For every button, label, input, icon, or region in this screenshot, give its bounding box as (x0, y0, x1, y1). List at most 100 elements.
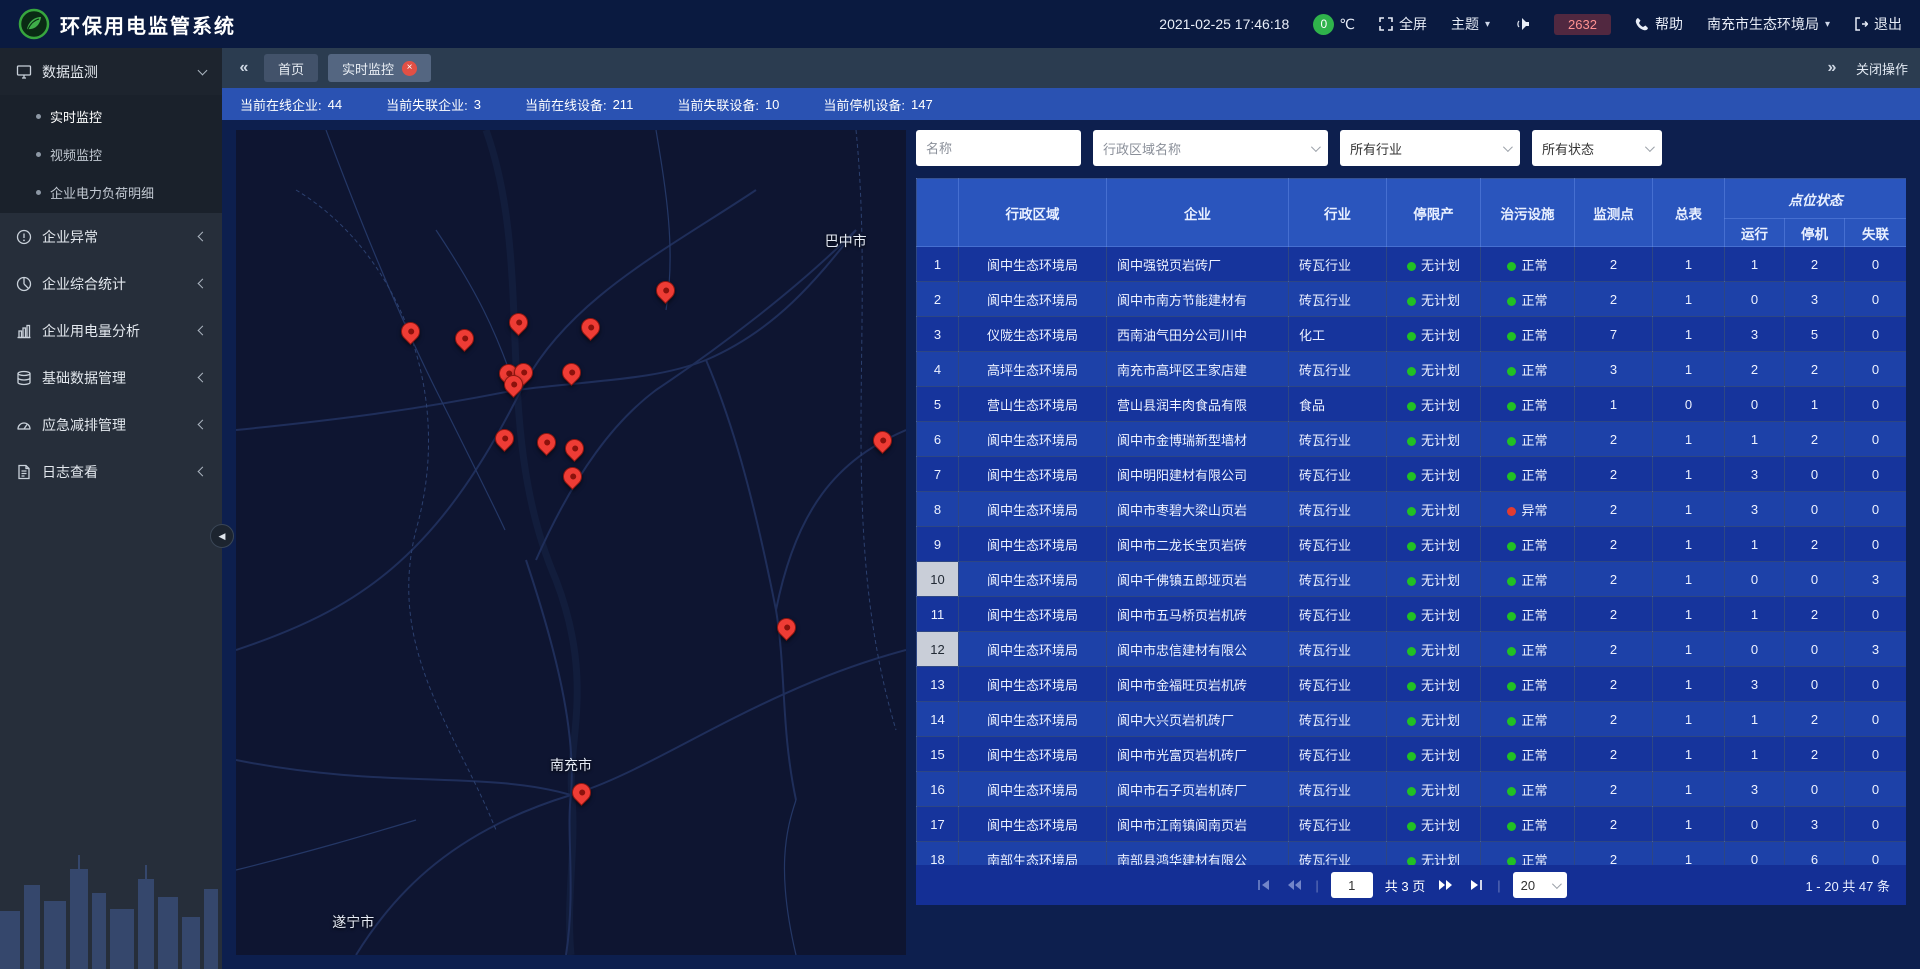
row-index-cell[interactable]: 18 (917, 842, 959, 866)
map-pin[interactable] (455, 329, 475, 353)
first-page-button[interactable] (1255, 878, 1273, 892)
enterprise-table-wrapper: 行政区域 企业 行业 停限产 治污设施 监测点 总表 点位状态 运行 停机 (916, 178, 1906, 865)
status-dot (1507, 542, 1516, 551)
facility-status-cell: 正常 (1481, 422, 1575, 457)
sidebar-item-emergency-reduction[interactable]: 应急减排管理 (0, 401, 222, 448)
map-pin[interactable] (777, 618, 797, 642)
table-row[interactable]: 5 营山生态环境局 营山县润丰肉食品有限 食品 无计划 正常 1 0 0 1 0 (917, 387, 1907, 422)
run-cell: 1 (1725, 247, 1785, 282)
close-operations-button[interactable]: 关闭操作 (1856, 59, 1908, 78)
table-row[interactable]: 6 阆中生态环境局 阆中市金博瑞新型墙材 砖瓦行业 无计划 正常 2 1 1 2 (917, 422, 1907, 457)
row-index-cell[interactable]: 16 (917, 772, 959, 807)
sidebar-item-basic-data[interactable]: 基础数据管理 (0, 354, 222, 401)
table-row[interactable]: 13 阆中生态环境局 阆中市金福旺页岩机砖 砖瓦行业 无计划 正常 2 1 3 … (917, 667, 1907, 702)
industry-cell: 砖瓦行业 (1289, 807, 1387, 842)
name-filter-input[interactable] (916, 130, 1081, 166)
map-panel[interactable]: 巴中市 南充市 遂宁市 (236, 130, 906, 955)
map-pin[interactable] (563, 467, 583, 491)
logout-button[interactable]: 退出 (1854, 14, 1902, 34)
next-page-button[interactable] (1437, 878, 1455, 892)
chevron-down-icon (1311, 142, 1321, 152)
region-filter-dropdown[interactable]: 行政区域名称 (1093, 130, 1328, 166)
page-size-dropdown[interactable]: 20 (1513, 872, 1567, 898)
points-cell: 2 (1575, 807, 1653, 842)
tab-label: 实时监控 (342, 59, 394, 78)
row-index-cell[interactable]: 2 (917, 282, 959, 317)
theme-dropdown[interactable]: 主题▾ (1451, 14, 1490, 34)
help-button[interactable]: 帮助 (1635, 14, 1683, 34)
map-pin[interactable] (562, 363, 582, 387)
table-row[interactable]: 11 阆中生态环境局 阆中市五马桥页岩机砖 砖瓦行业 无计划 正常 2 1 1 … (917, 597, 1907, 632)
sidebar-item-enterprise-statistics[interactable]: 企业综合统计 (0, 260, 222, 307)
row-index-cell[interactable]: 15 (917, 737, 959, 772)
sidebar-item-log-view[interactable]: 日志查看 (0, 448, 222, 495)
tab-realtime-monitoring[interactable]: 实时监控 (328, 54, 431, 82)
tab-close-icon[interactable] (402, 61, 417, 76)
industry-filter-dropdown[interactable]: 所有行业 (1340, 130, 1520, 166)
table-row[interactable]: 18 南部生态环境局 南部县鸿华建材有限公 砖瓦行业 无计划 正常 2 1 0 … (917, 842, 1907, 866)
row-index-cell[interactable]: 8 (917, 492, 959, 527)
sidebar-item-video-monitoring[interactable]: 视频监控 (0, 135, 222, 173)
row-index-cell[interactable]: 4 (917, 352, 959, 387)
alert-count-badge[interactable]: 2632 (1554, 14, 1611, 35)
row-index-cell[interactable]: 13 (917, 667, 959, 702)
table-row[interactable]: 4 高坪生态环境局 南充市高坪区王家店建 砖瓦行业 无计划 正常 3 1 2 2 (917, 352, 1907, 387)
row-index-cell[interactable]: 9 (917, 527, 959, 562)
row-index-cell[interactable]: 7 (917, 457, 959, 492)
table-row[interactable]: 7 阆中生态环境局 阆中明阳建材有限公司 砖瓦行业 无计划 正常 2 1 3 0 (917, 457, 1907, 492)
sidebar-item-power-load-detail[interactable]: 企业电力负荷明细 (0, 173, 222, 211)
org-dropdown[interactable]: 南充市生态环境局▾ (1707, 14, 1830, 34)
map-pin[interactable] (504, 375, 524, 399)
row-index-cell[interactable]: 12 (917, 632, 959, 667)
table-row[interactable]: 3 仪陇生态环境局 西南油气田分公司川中 化工 无计划 正常 7 1 3 5 0 (917, 317, 1907, 352)
prev-page-button[interactable] (1285, 878, 1303, 892)
table-row[interactable]: 17 阆中生态环境局 阆中市江南镇阆南页岩 砖瓦行业 无计划 正常 2 1 0 … (917, 807, 1907, 842)
row-index-cell[interactable]: 3 (917, 317, 959, 352)
table-row[interactable]: 10 阆中生态环境局 阆中千佛镇五郎垭页岩 砖瓦行业 无计划 正常 2 1 0 … (917, 562, 1907, 597)
sidebar-collapse-button[interactable] (210, 524, 234, 548)
map-pin[interactable] (401, 322, 421, 346)
status-filter-dropdown[interactable]: 所有状态 (1532, 130, 1662, 166)
company-cell: 南充市高坪区王家店建 (1107, 352, 1289, 387)
table-row[interactable]: 16 阆中生态环境局 阆中市石子页岩机砖厂 砖瓦行业 无计划 正常 2 1 3 … (917, 772, 1907, 807)
row-index-cell[interactable]: 10 (917, 562, 959, 597)
last-page-button[interactable] (1467, 878, 1485, 892)
facility-status-cell: 正常 (1481, 352, 1575, 387)
table-row[interactable]: 12 阆中生态环境局 阆中市忠信建材有限公 砖瓦行业 无计划 正常 2 1 0 … (917, 632, 1907, 667)
region-cell: 阆中生态环境局 (959, 247, 1107, 282)
fullscreen-button[interactable]: 全屏 (1379, 14, 1427, 34)
tab-scroll-left-icon[interactable] (234, 59, 254, 77)
table-row[interactable]: 8 阆中生态环境局 阆中市枣碧大梁山页岩 砖瓦行业 无计划 异常 2 1 3 0 (917, 492, 1907, 527)
map-pin[interactable] (873, 431, 893, 455)
sidebar-item-enterprise-abnormal[interactable]: 企业异常 (0, 213, 222, 260)
status-dot (1507, 472, 1516, 481)
map-pin[interactable] (572, 783, 592, 807)
sidebar-item-label: 数据监测 (42, 62, 189, 82)
table-row[interactable]: 2 阆中生态环境局 阆中市南方节能建材有 砖瓦行业 无计划 正常 2 1 0 3 (917, 282, 1907, 317)
map-pin[interactable] (495, 429, 515, 453)
tab-scroll-right-icon[interactable] (1822, 59, 1842, 77)
sidebar-item-power-analysis[interactable]: 企业用电量分析 (0, 307, 222, 354)
row-index-cell[interactable]: 5 (917, 387, 959, 422)
row-index-cell[interactable]: 1 (917, 247, 959, 282)
row-index-cell[interactable]: 6 (917, 422, 959, 457)
announcement-button[interactable] (1514, 17, 1530, 31)
map-pin[interactable] (581, 318, 601, 342)
row-index-cell[interactable]: 17 (917, 807, 959, 842)
row-index-cell[interactable]: 14 (917, 702, 959, 737)
table-row[interactable]: 15 阆中生态环境局 阆中市光富页岩机砖厂 砖瓦行业 无计划 正常 2 1 1 … (917, 737, 1907, 772)
table-row[interactable]: 9 阆中生态环境局 阆中市二龙长宝页岩砖 砖瓦行业 无计划 正常 2 1 1 2 (917, 527, 1907, 562)
map-pin[interactable] (509, 313, 529, 337)
page-number-input[interactable] (1331, 872, 1373, 898)
sidebar-item-realtime-monitoring[interactable]: 实时监控 (0, 97, 222, 135)
map-pin[interactable] (565, 439, 585, 463)
row-index-cell[interactable]: 11 (917, 597, 959, 632)
sidebar-item-data-monitoring[interactable]: 数据监测 (0, 48, 222, 95)
map-pin[interactable] (656, 281, 676, 305)
table-row[interactable]: 14 阆中生态环境局 阆中大兴页岩机砖厂 砖瓦行业 无计划 正常 2 1 1 2 (917, 702, 1907, 737)
table-row[interactable]: 1 阆中生态环境局 阆中强锐页岩砖厂 砖瓦行业 无计划 正常 2 1 1 2 0 (917, 247, 1907, 282)
stop-cell: 2 (1785, 597, 1845, 632)
tab-home[interactable]: 首页 (264, 54, 318, 82)
map-pin[interactable] (537, 433, 557, 457)
stop-cell: 6 (1785, 842, 1845, 866)
